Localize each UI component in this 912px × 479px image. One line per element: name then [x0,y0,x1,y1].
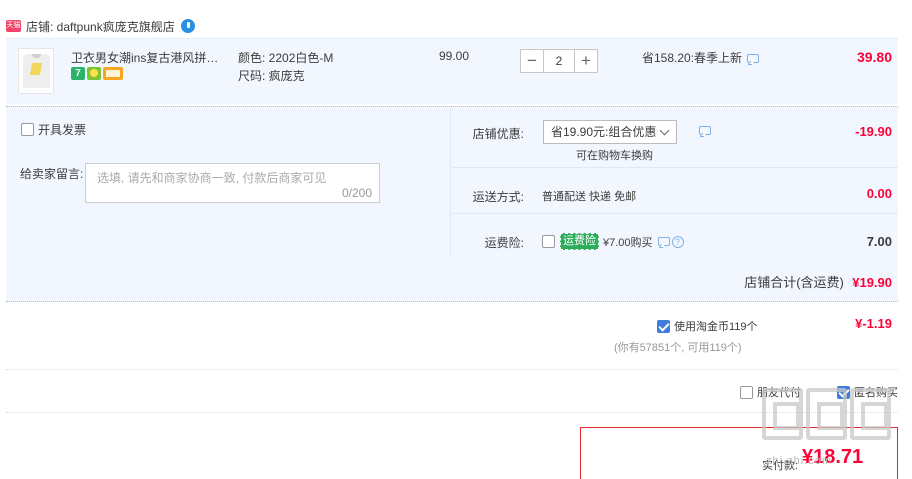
subtotal-amount: ¥19.90 [852,275,892,290]
use-coins-label: 使用淘金币119个 [674,321,758,333]
watermark-url: zhi.zhi.com [766,455,833,467]
unit-price: 99.00 [439,49,470,63]
insurance-checkbox[interactable] [542,235,555,248]
shop-subtotal: 店铺合计(含运费) ¥19.90 [744,272,892,291]
item-promotion-text: 省158.20:春季上新 [642,51,743,65]
product-thumbnail[interactable] [18,48,54,94]
item-promotion: 省158.20:春季上新 [642,49,760,66]
shop-discount-select[interactable]: 省19.90元:组合优惠 [543,120,677,144]
use-coins-option[interactable]: 使用淘金币119个 [657,318,758,334]
product-title-link[interactable]: 卫衣男女潮ins复古港风拼色春… [71,49,229,66]
invoice-checkbox[interactable] [21,123,34,136]
coins-discount-amount: ¥-1.19 [855,316,892,331]
sku-size: 尺码: 疯庞克 [238,69,305,83]
watermark-glyph-icon [850,388,891,440]
quantity-input[interactable]: 2 [544,49,574,73]
invoice-label: 开具发票 [38,123,87,137]
tmall-badge-icon: 天猫 [6,20,21,32]
shop-discount-value: 省19.90元:组合优惠 [551,125,657,139]
memo-label: 给卖家留言: [20,167,84,181]
friend-pay-checkbox[interactable] [740,385,753,399]
watermark-glyph-icon [762,388,803,440]
sweatshirt-image-icon [23,54,50,88]
shipping-method: 普通配送 快递 免邮 [542,191,637,203]
message-icon[interactable] [699,126,711,135]
divider [452,213,898,214]
quality-medal-icon[interactable] [87,67,101,80]
order-details-panel: 开具发票 给卖家留言: 选填, 请先和商家协商一致, 付款后商家可见 0/200… [6,106,898,259]
item-total-price: 39.80 [856,49,892,65]
chevron-down-icon [659,125,670,136]
coins-balance-note: (你有57851个, 可用119个) [614,342,742,354]
wangwang-chat-icon[interactable] [180,19,195,33]
shipping-amount: 0.00 [866,186,892,201]
seller-memo-textarea[interactable]: 选填, 请先和商家协商一致, 付款后商家可见 0/200 [85,163,380,203]
cart-item-row: 卫衣男女潮ins复古港风拼色春… 7 颜色: 2202白色-M 尺码: 疯庞克 … [6,38,898,104]
credit-card-icon[interactable] [103,67,123,80]
seven-day-return-icon[interactable]: 7 [71,67,85,80]
shop-discount-label: 店铺优惠: [472,127,524,141]
shop-discount-amount: -19.90 [855,124,892,139]
watermark-logo-icon [762,388,891,440]
shop-header: 天猫 店铺: daftpunk疯庞克旗舰店 [6,16,195,36]
shop-discount-note: 可在购物车换购 [576,150,653,162]
order-left-column: 开具发票 给卖家留言: 选填, 请先和商家协商一致, 付款后商家可见 0/200 [6,107,451,259]
quantity-decrease-button[interactable]: − [520,49,544,73]
quantity-increase-button[interactable]: + [574,49,598,73]
order-right-column: 店铺优惠: 省19.90元:组合优惠 可在购物车换购 -19.90 运送方式: … [452,107,898,259]
service-icons: 7 [71,67,123,80]
subtotal-label: 店铺合计(含运费) [744,275,844,290]
help-icon[interactable]: ? [671,235,684,248]
insurance-option: 运费险 ¥7.00购买 ? [542,233,684,250]
message-icon[interactable] [747,54,760,64]
shop-subtotal-row: 店铺合计(含运费) ¥19.90 [6,258,898,302]
use-coins-checkbox[interactable] [657,319,670,333]
insurance-label: 运费险: [484,236,524,250]
insurance-badge: 运费险 [560,233,599,250]
quantity-stepper: − 2 + [520,49,598,73]
taobao-coin-row: 使用淘金币119个 (你有57851个, 可用119个) ¥-1.19 [6,303,898,370]
message-icon[interactable] [657,237,670,246]
sku-color: 颜色: 2202白色-M [238,51,334,65]
memo-placeholder: 选填, 请先和商家协商一致, 付款后商家可见 [97,171,327,185]
shop-name-link[interactable]: 店铺: daftpunk疯庞克旗舰店 [26,18,175,35]
divider [452,167,898,168]
insurance-amount: 7.00 [866,234,892,249]
insurance-price: ¥7.00购买 [603,236,653,249]
watermark-glyph-icon [806,388,847,440]
memo-char-count: 0/200 [341,186,372,200]
invoice-option[interactable]: 开具发票 [21,121,86,138]
shipping-label: 运送方式: [472,190,524,204]
